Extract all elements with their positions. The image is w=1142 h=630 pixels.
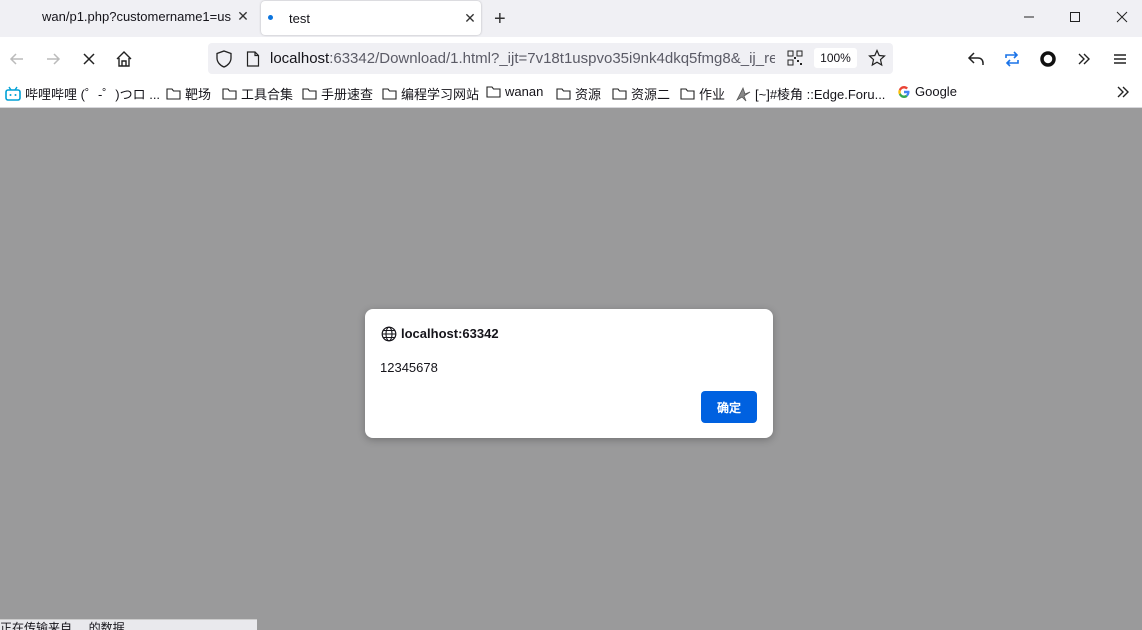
loading-dot-icon [268, 15, 273, 20]
bookmark-label: 资源 [575, 87, 602, 102]
arrow-left-icon [9, 53, 23, 65]
back-button[interactable] [5, 47, 29, 71]
chevrons-right-icon [1078, 53, 1090, 65]
page-icon[interactable] [246, 51, 260, 67]
folder-icon [612, 88, 627, 100]
stop-icon [83, 53, 95, 65]
stop-button[interactable] [77, 47, 101, 71]
tab-close-icon[interactable]: ✕ [459, 10, 481, 27]
url-path: :63342/Download/1.html?_ijt=7v18t1uspvo3… [329, 50, 775, 67]
globe-icon [381, 326, 397, 342]
bookmarks-overflow-button[interactable] [1115, 84, 1131, 100]
bookmarks-toolbar: 哔哩哔哩 (゜-゜)つロ ... 靶场 工具合集 手册速查 编程学习网站 wan… [0, 80, 1142, 108]
folder-icon [166, 88, 181, 100]
bookmark-label: [~]#棱角 ::Edge.Foru... [755, 87, 886, 102]
bilibili-icon [5, 86, 21, 101]
edge-forum-icon [736, 86, 751, 101]
bookmark-label: 工具合集 [241, 87, 294, 102]
zoom-level-button[interactable]: 100% [814, 48, 857, 68]
bookmark-folder[interactable]: 工具合集 [222, 84, 293, 103]
folder-icon [302, 88, 317, 100]
status-bar: 正在传输来自 ... 的数据 [0, 619, 257, 630]
bookmark-folder[interactable]: 作业 [680, 84, 725, 103]
close-window-button[interactable] [1097, 0, 1142, 34]
bookmark-bilibili[interactable]: 哔哩哔哩 (゜-゜)つロ ... [5, 84, 160, 103]
bookmark-label: 作业 [699, 87, 726, 102]
folder-icon [382, 88, 397, 100]
hamburger-icon [1114, 54, 1126, 64]
bookmark-label: 靶场 [185, 87, 212, 102]
menu-button[interactable] [1108, 47, 1132, 71]
maximize-button[interactable] [1050, 0, 1100, 34]
tab-title: wan/p1.php?customername1=us [42, 9, 231, 24]
minimize-icon [1024, 16, 1034, 18]
undo-close-tab-button[interactable] [964, 47, 988, 71]
home-icon [116, 51, 132, 67]
bookmark-edge-forum[interactable]: [~]#棱角 ::Edge.Foru... [735, 84, 885, 103]
undo-icon [967, 52, 984, 65]
dialog-origin: localhost:63342 [401, 326, 499, 341]
bookmark-label: 手册速查 [321, 87, 374, 102]
url-host: localhost [270, 50, 330, 67]
ok-button[interactable]: 确定 [701, 391, 757, 423]
address-bar[interactable]: localhost:63342/Download/1.html?_ijt=7v1… [208, 43, 893, 74]
chevrons-right-icon [1117, 86, 1129, 98]
bookmark-folder[interactable]: 靶场 [166, 84, 211, 103]
alert-dialog: localhost:63342 12345678 确定 [365, 309, 773, 438]
google-icon [898, 85, 910, 98]
tab-title: test [289, 10, 310, 26]
new-tab-button[interactable]: + [494, 8, 506, 31]
bookmark-label: 编程学习网站 [401, 87, 480, 102]
bookmark-folder[interactable]: wanan [486, 84, 543, 99]
ring-icon [1040, 51, 1056, 67]
navigation-toolbar: localhost:63342/Download/1.html?_ijt=7v1… [0, 37, 1142, 80]
minimize-button[interactable] [1004, 0, 1054, 34]
qr-code-icon[interactable] [787, 50, 803, 66]
bookmark-folder[interactable]: 资源 [556, 84, 601, 103]
forward-button[interactable] [41, 47, 65, 71]
dialog-message: 12345678 [380, 360, 438, 375]
shield-icon[interactable] [216, 50, 232, 68]
maximize-icon [1070, 12, 1080, 22]
close-icon [1116, 11, 1128, 23]
url-text[interactable]: localhost:63342/Download/1.html?_ijt=7v1… [270, 50, 775, 67]
bookmark-folder[interactable]: 编程学习网站 [382, 84, 479, 103]
bookmark-folder[interactable]: 资源二 [612, 84, 670, 103]
extension-button[interactable] [1036, 47, 1060, 71]
tab-active[interactable]: test ✕ [261, 1, 481, 35]
folder-icon [680, 88, 695, 100]
bookmark-label: Google [915, 84, 957, 99]
tab-close-icon[interactable]: ✕ [232, 8, 254, 25]
bookmark-label: 哔哩哔哩 (゜-゜)つロ ... [25, 87, 161, 102]
tab-strip: wan/p1.php?customername1=us ✕ test ✕ + [0, 0, 1142, 37]
folder-icon [486, 86, 501, 98]
star-icon[interactable] [868, 49, 886, 67]
repeat-icon [1005, 51, 1019, 67]
overflow-button[interactable] [1072, 47, 1096, 71]
bookmark-google[interactable]: Google [897, 84, 957, 99]
folder-icon [556, 88, 571, 100]
bookmark-label: wanan [505, 84, 544, 99]
bookmark-label: 资源二 [631, 87, 671, 102]
folder-icon [222, 88, 237, 100]
tab-inactive[interactable]: wan/p1.php?customername1=us ✕ [0, 0, 258, 33]
arrow-right-icon [47, 53, 61, 65]
bookmark-folder[interactable]: 手册速查 [302, 84, 373, 103]
sync-extension-button[interactable] [1000, 47, 1024, 71]
home-button[interactable] [112, 47, 136, 71]
